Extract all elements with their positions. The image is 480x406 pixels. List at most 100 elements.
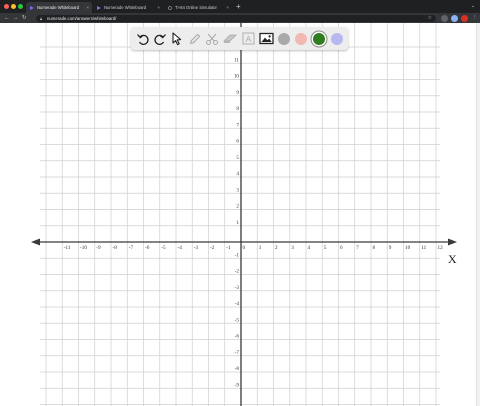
reload-icon[interactable]: ↻ [22, 13, 27, 23]
y-tick-label: 7 [236, 122, 239, 128]
tab-ti84-simulator[interactable]: TI-84 Online Simulator × [164, 2, 232, 13]
undo-button[interactable] [134, 29, 152, 48]
x-tick-label: -8 [113, 245, 118, 251]
y-tick-label: -5 [235, 317, 240, 323]
swatch-circle [331, 32, 343, 45]
y-tick-label: -9 [235, 382, 240, 388]
undo-icon [137, 33, 149, 45]
coordinate-grid: -11 -10 -9 -8 -7 -6 -5 -4 -3 -2 -1 0 1 2 3 4 5 6 7 8 9 10 11 12… [31, 23, 457, 406]
x-tick-label: -4 [178, 245, 183, 251]
image-icon [258, 32, 274, 45]
y-tick-label: 5 [236, 155, 239, 161]
x-tick-label: 1 [259, 245, 262, 251]
x-axis-left-arrow [31, 238, 40, 246]
tab-title: Numerade Whiteboard [37, 5, 80, 10]
x-tick-label: 10 [405, 245, 411, 251]
swatch-circle [278, 32, 290, 45]
image-tool-button[interactable] [257, 29, 275, 48]
tab-numerade-whiteboard-1[interactable]: Numerade Whiteboard × [26, 2, 92, 13]
profile-avatar-icon[interactable] [461, 14, 468, 22]
y-tick-label: 3 [236, 187, 239, 193]
browser-tab-strip: Numerade Whiteboard × Numerade Whiteboar… [0, 0, 480, 13]
back-arrow-icon[interactable]: ← [4, 13, 10, 23]
redo-icon [154, 33, 166, 45]
x-tick-label: -6 [145, 245, 150, 251]
y-tick-label: -8 [235, 366, 240, 372]
color-swatch-pink[interactable] [292, 29, 310, 48]
x-tick-label: -2 [210, 245, 215, 251]
color-swatch-gray[interactable] [275, 29, 293, 48]
bookmark-star-icon[interactable]: ☆ [428, 15, 432, 22]
forward-arrow-icon[interactable]: → [13, 13, 19, 23]
new-tab-button[interactable]: + [236, 1, 241, 12]
y-tick-label: -6 [235, 334, 240, 340]
tab-title: Numerade Whiteboard [104, 5, 147, 10]
whiteboard-canvas[interactable]: -11 -10 -9 -8 -7 -6 -5 -4 -3 -2 -1 0 1 2 3 4 5 6 7 8 9 10 11 12… [0, 23, 480, 406]
x-tick-label: -3 [194, 245, 199, 251]
x-tick-label: 9 [389, 245, 392, 251]
tab-search-button[interactable]: ⌄ [471, 1, 475, 12]
tab-numerade-whiteboard-2[interactable]: Numerade Whiteboard × [93, 2, 163, 13]
close-tab-icon[interactable]: × [86, 2, 89, 13]
select-tool-button[interactable] [168, 29, 186, 48]
browser-toolbar: ← → ↻ 🔒︎ numerade.com/answers/whiteboard… [0, 13, 480, 23]
x-tick-label: 8 [373, 245, 376, 251]
maximize-window-icon[interactable] [18, 4, 23, 9]
x-tick-label: 11 [421, 245, 426, 251]
x-tick-label: 6 [340, 245, 343, 251]
y-tick-label: 2 [236, 204, 239, 210]
extension-icon[interactable] [441, 14, 448, 22]
vertical-scrollbar[interactable] [476, 23, 480, 406]
x-tick-label: 12 [438, 245, 444, 251]
x-tick-label: 7 [356, 245, 359, 251]
y-tick-label: -7 [235, 350, 240, 356]
x-tick-label: -9 [96, 245, 101, 251]
x-tick-label: -1 [226, 245, 231, 251]
eraser-icon [223, 34, 237, 43]
whiteboard-toolbar: A [131, 27, 348, 50]
x-tick-label: 4 [308, 245, 311, 251]
x-tick-label: -5 [161, 245, 166, 251]
y-tick-label: 11 [234, 57, 239, 63]
extensions-puzzle-icon[interactable] [451, 14, 458, 22]
y-tick-label: -2 [235, 269, 240, 275]
swatch-circle [313, 32, 325, 45]
close-tab-icon[interactable]: × [226, 2, 229, 13]
y-tick-label: 9 [236, 90, 239, 96]
x-axis-right-arrow [448, 238, 457, 246]
y-tick-label: -1 [235, 252, 240, 258]
pointer-icon [172, 31, 182, 45]
eraser-tool-button[interactable] [221, 29, 239, 48]
pen-tool-button[interactable] [186, 29, 204, 48]
y-tick-label: 10 [234, 74, 240, 80]
y-tick-label: 1 [236, 220, 239, 226]
url-text[interactable]: numerade.com/answers/whiteboard/ [47, 15, 116, 22]
y-tick-label: 6 [236, 139, 239, 145]
minimize-window-icon[interactable] [11, 4, 16, 9]
x-tick-label: 5 [324, 245, 327, 251]
y-tick-label: 4 [236, 171, 239, 177]
text-tool-button[interactable]: A [239, 29, 257, 48]
numerade-favicon-icon [97, 5, 101, 10]
redo-button[interactable] [151, 29, 169, 48]
x-axis-label: X [448, 252, 457, 266]
tab-title: TI-84 Online Simulator [175, 5, 217, 10]
browser-menu-icon[interactable]: ⋮ [472, 13, 478, 23]
swatch-circle [295, 32, 307, 45]
y-tick-label: 8 [236, 106, 239, 112]
color-swatch-lavender[interactable] [328, 29, 346, 48]
screen: Numerade Whiteboard × Numerade Whiteboar… [0, 0, 480, 406]
scissors-tool-button[interactable] [203, 29, 221, 48]
x-tick-label: 3 [291, 245, 294, 251]
close-tab-icon[interactable]: × [157, 2, 160, 13]
numerade-favicon-icon [30, 5, 34, 10]
x-tick-label: 2 [275, 245, 278, 251]
x-tick-label: -10 [80, 245, 87, 251]
y-tick-label: -4 [235, 301, 240, 307]
y-tick-label: -3 [235, 285, 240, 291]
close-window-icon[interactable] [4, 4, 9, 9]
color-swatch-green[interactable] [310, 29, 328, 48]
text-tool-label: A [245, 34, 251, 44]
address-bar[interactable]: 🔒︎ numerade.com/answers/whiteboard/ ☆ [36, 14, 436, 22]
globe-favicon-icon [168, 5, 172, 10]
